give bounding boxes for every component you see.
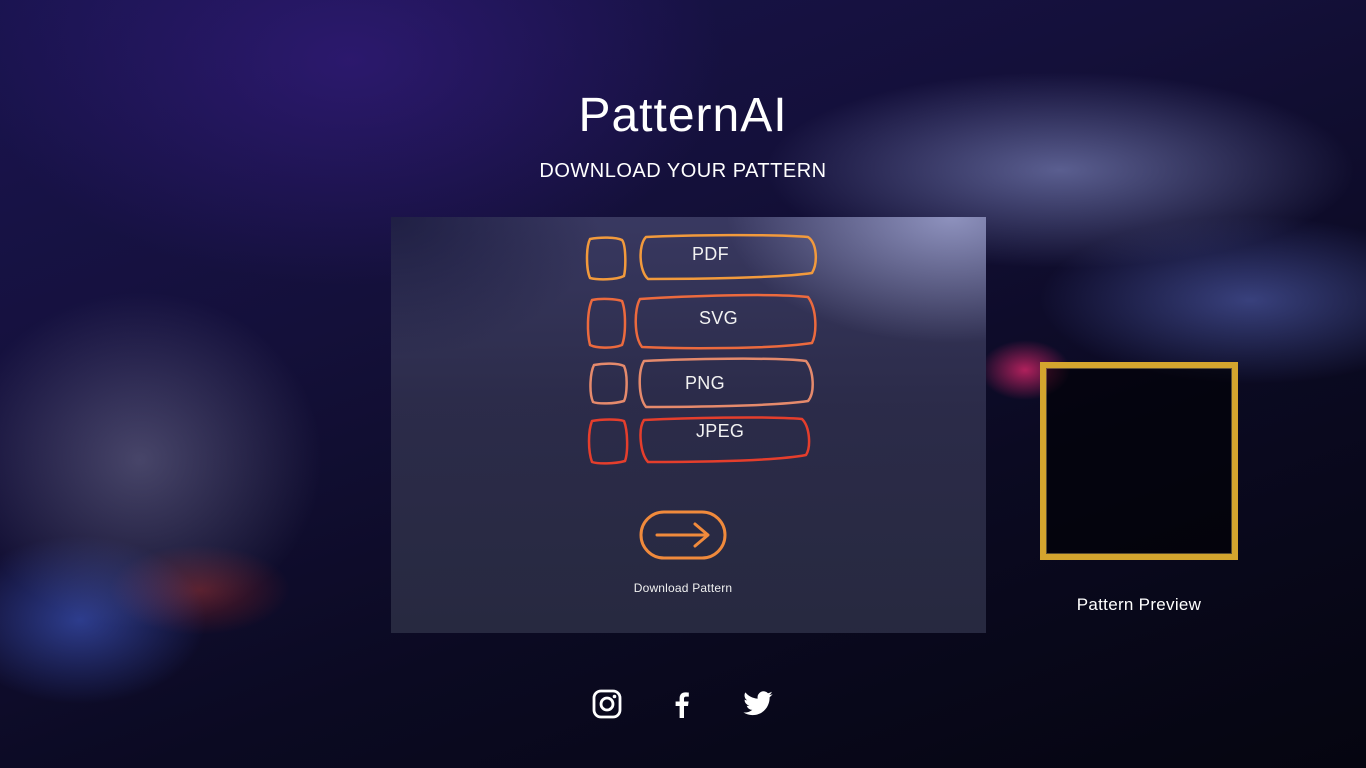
download-panel: PDF SVG PNG JPEG Download Pattern — [391, 217, 986, 633]
twitter-icon — [743, 691, 773, 716]
pattern-preview-label: Pattern Preview — [1076, 595, 1202, 614]
format-label-pdf: PDF — [692, 244, 729, 264]
facebook-icon — [675, 692, 689, 718]
facebook-link[interactable] — [666, 688, 698, 720]
download-pattern-label: Download Pattern — [633, 581, 733, 595]
format-label-png: PNG — [685, 373, 725, 393]
twitter-link[interactable] — [742, 688, 774, 720]
format-label-jpeg: JPEG — [696, 421, 745, 441]
format-option-jpeg[interactable]: JPEG — [584, 415, 816, 465]
instagram-icon — [592, 689, 622, 719]
format-option-png[interactable]: PNG — [584, 357, 816, 409]
format-option-pdf[interactable]: PDF — [584, 233, 817, 281]
format-option-svg[interactable]: SVG — [584, 293, 817, 350]
page-subtitle: DOWNLOAD YOUR PATTERN — [539, 160, 827, 182]
format-label-svg: SVG — [699, 308, 738, 328]
download-pattern-button[interactable] — [639, 510, 727, 560]
brand-title: PatternAI — [578, 89, 788, 142]
arrow-right-icon — [639, 510, 727, 560]
pattern-preview-frame — [1040, 362, 1238, 560]
instagram-link[interactable] — [591, 688, 623, 720]
